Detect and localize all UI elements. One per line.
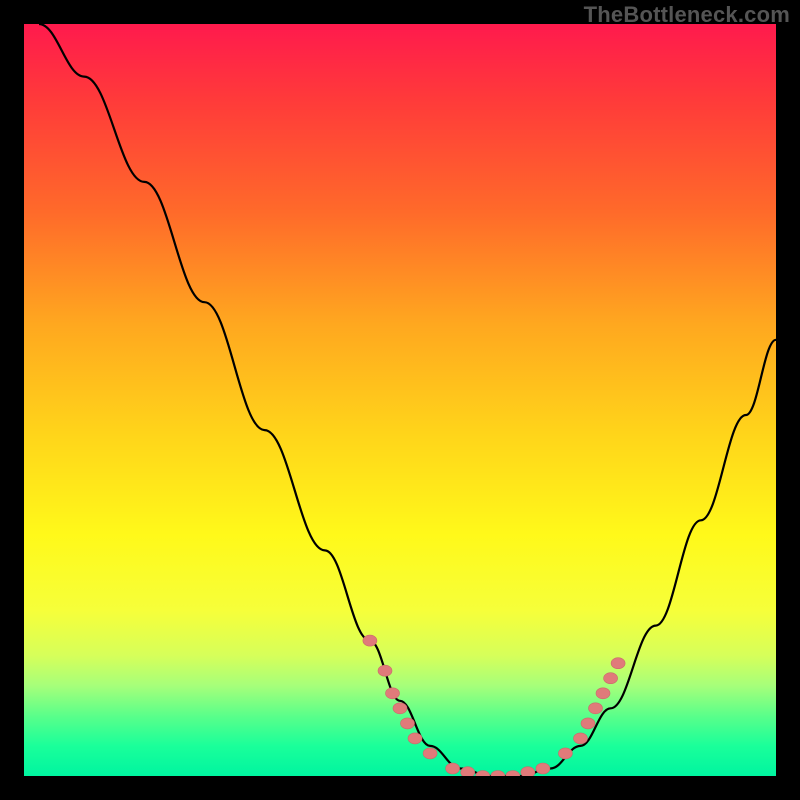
marker-dot xyxy=(596,688,610,699)
marker-dot xyxy=(581,718,595,729)
marker-dot xyxy=(476,771,490,777)
marker-dot xyxy=(378,665,392,676)
marker-dot xyxy=(461,767,475,776)
chart-svg xyxy=(24,24,776,776)
marker-dot xyxy=(574,733,588,744)
marker-dot xyxy=(611,658,625,669)
marker-dot xyxy=(393,703,407,714)
marker-dot xyxy=(589,703,603,714)
marker-dot xyxy=(401,718,415,729)
marker-dot xyxy=(521,767,535,776)
marker-dot xyxy=(446,763,460,774)
marker-dot xyxy=(386,688,400,699)
marker-dot xyxy=(604,673,618,684)
marker-dot xyxy=(506,771,520,777)
marker-dot xyxy=(491,771,505,777)
marker-dot xyxy=(423,748,437,759)
marker-dot xyxy=(536,763,550,774)
curve-markers xyxy=(363,635,625,776)
marker-dot xyxy=(408,733,422,744)
watermark-text: TheBottleneck.com xyxy=(584,2,790,28)
bottleneck-curve xyxy=(39,24,776,776)
marker-dot xyxy=(363,635,377,646)
marker-dot xyxy=(558,748,572,759)
chart-area xyxy=(24,24,776,776)
